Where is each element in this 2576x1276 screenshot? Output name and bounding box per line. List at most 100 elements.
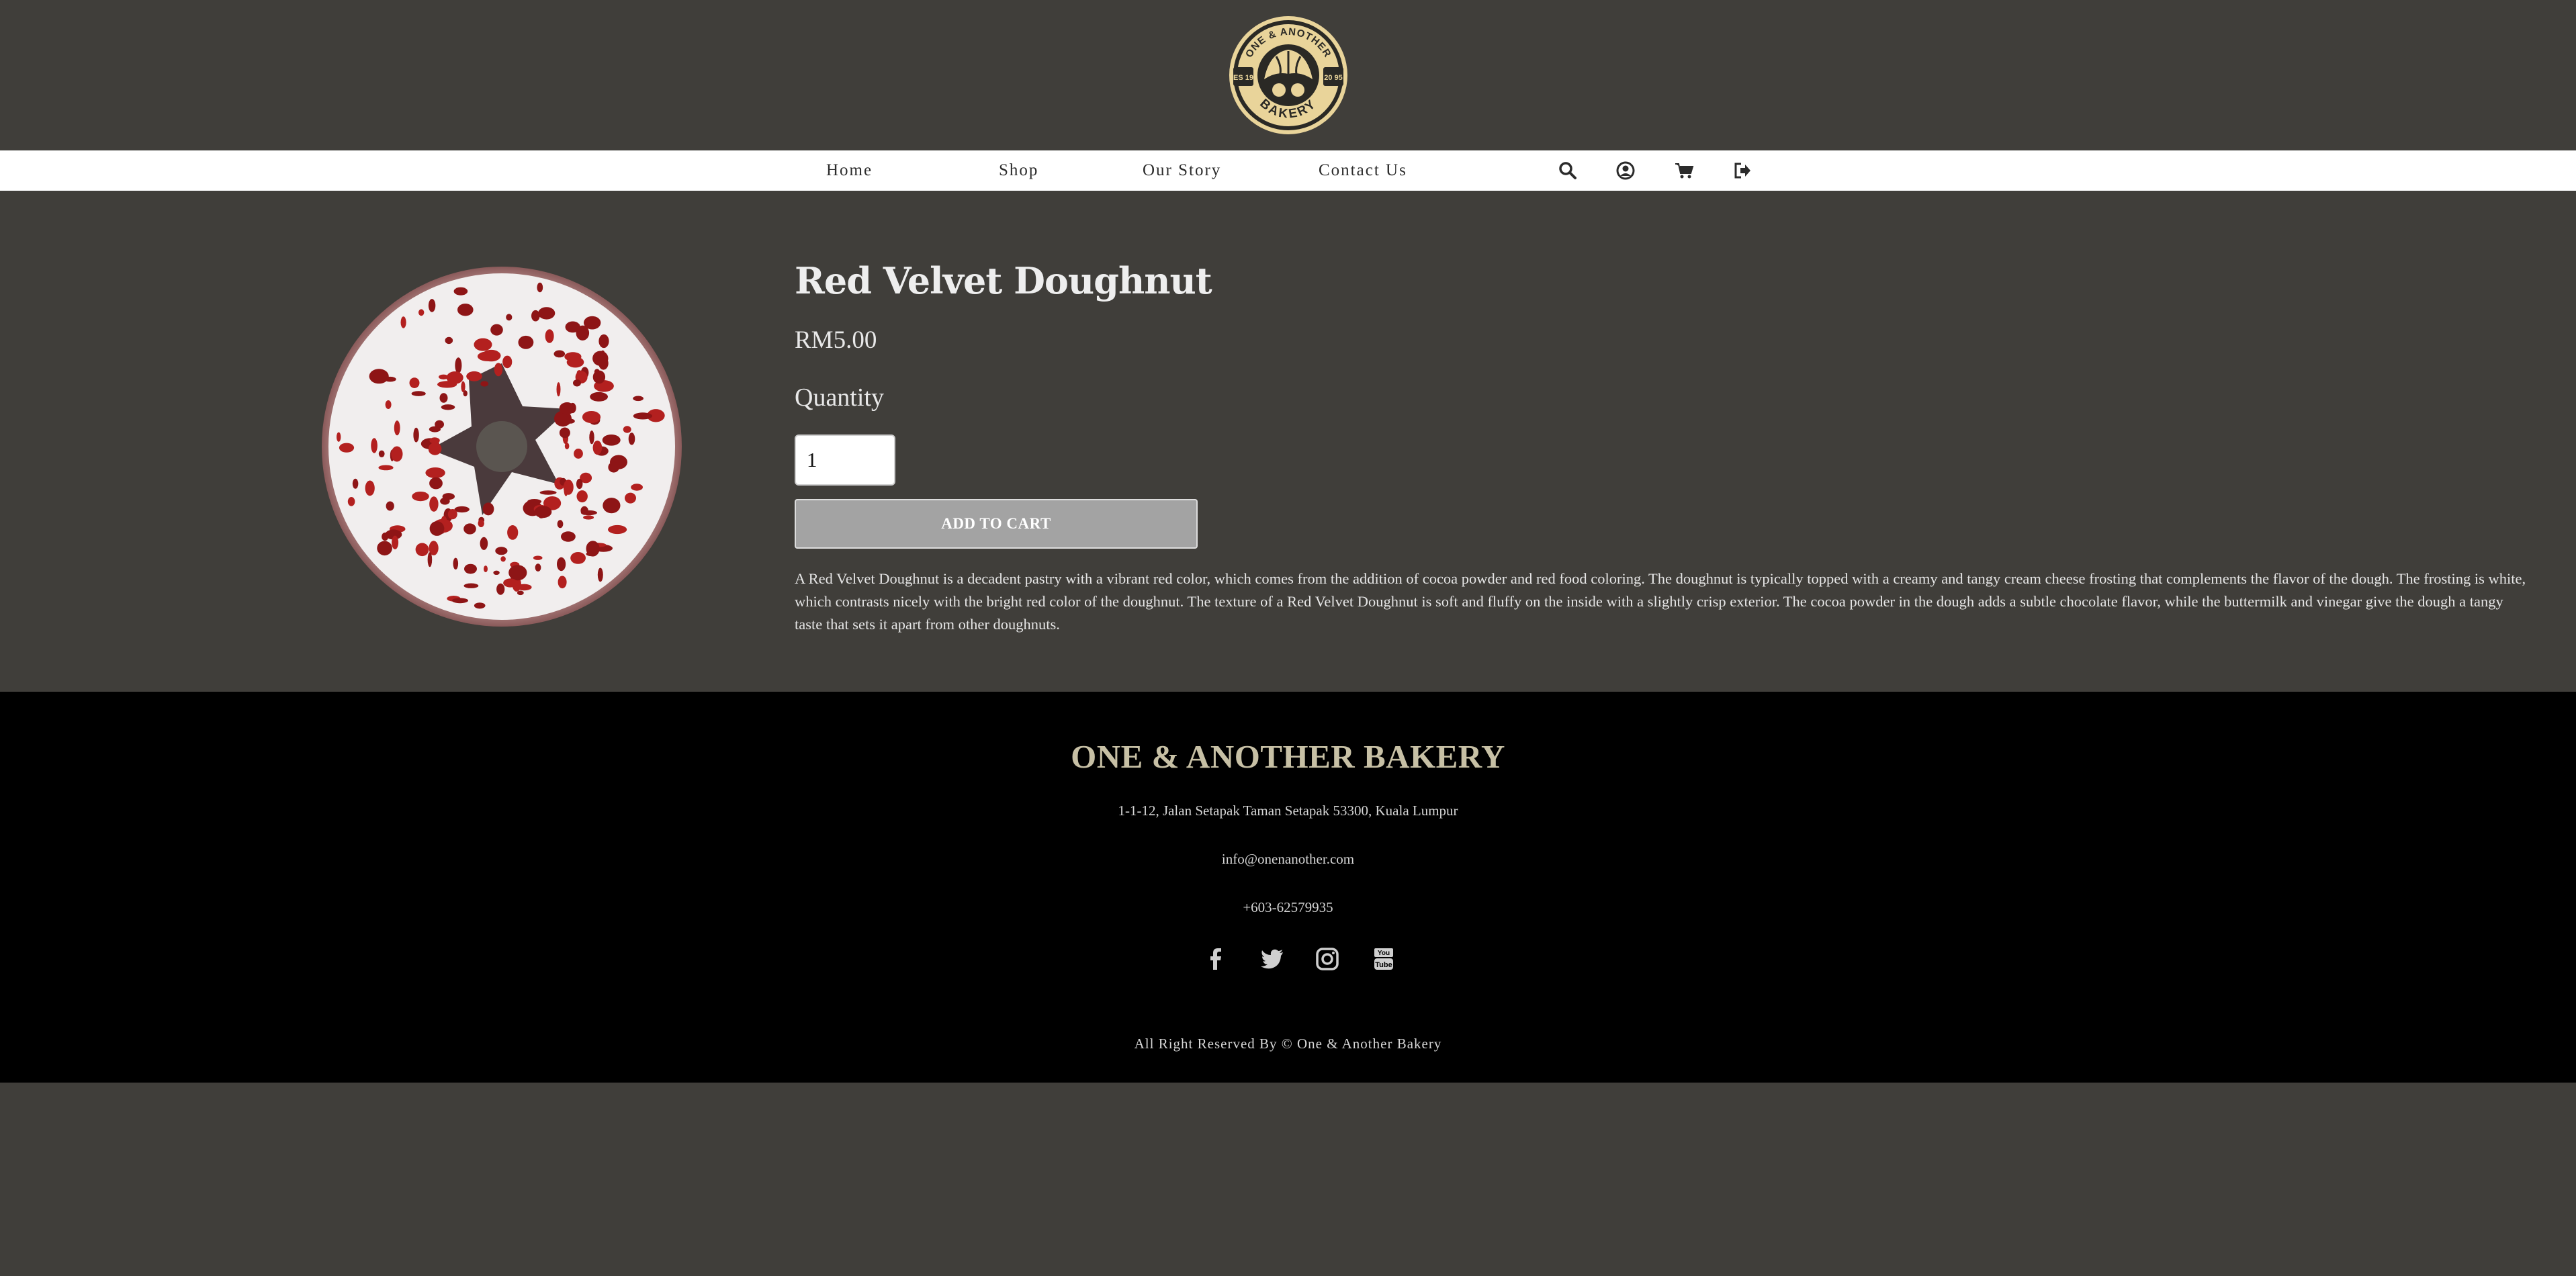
bakery-logo-icon: ONE & ANOTHER BAKERY ES 19 20 95 <box>1229 16 1347 134</box>
red-velvet-crumb <box>576 478 583 490</box>
red-velvet-crumb <box>339 443 355 453</box>
red-velvet-crumb <box>623 426 631 433</box>
red-velvet-crumb <box>453 557 459 569</box>
red-velvet-crumb <box>508 565 527 581</box>
nav-link-our-story[interactable]: Our Story <box>1143 150 1221 191</box>
red-velvet-crumb <box>590 392 608 402</box>
red-velvet-crumb <box>608 525 627 535</box>
red-velvet-crumb <box>580 510 597 516</box>
red-velvet-crumb <box>602 435 621 446</box>
red-velvet-crumb <box>503 578 518 588</box>
red-velvet-crumb <box>566 357 584 368</box>
red-velvet-crumb <box>584 316 601 330</box>
red-velvet-crumb <box>454 506 470 513</box>
product-price: RM5.00 <box>795 326 877 354</box>
red-velvet-crumb <box>477 351 498 361</box>
red-velvet-crumb <box>494 363 503 377</box>
red-velvet-crumb <box>586 551 596 557</box>
red-velvet-crumb <box>583 515 594 520</box>
instagram-icon[interactable] <box>1314 946 1341 972</box>
red-velvet-crumb <box>592 370 606 384</box>
red-velvet-crumb <box>598 334 609 349</box>
red-velvet-doughnut-image <box>296 245 705 655</box>
red-velvet-crumb <box>439 393 448 403</box>
facebook-icon[interactable] <box>1202 946 1229 972</box>
red-velvet-crumb <box>455 357 462 373</box>
red-velvet-crumb <box>429 521 445 536</box>
red-velvet-crumb <box>474 338 492 351</box>
red-velvet-crumb <box>592 441 603 455</box>
red-velvet-crumb <box>392 535 399 549</box>
red-velvet-crumb <box>461 381 465 392</box>
red-velvet-crumb <box>428 442 442 455</box>
red-velvet-crumb <box>565 321 580 333</box>
site-header: ONE & ANOTHER BAKERY ES 19 20 95 <box>0 0 2576 150</box>
red-velvet-crumb <box>371 438 377 453</box>
red-velvet-crumb <box>386 501 394 511</box>
red-velvet-crumb <box>559 402 575 415</box>
red-velvet-crumb <box>557 520 564 529</box>
red-velvet-crumb <box>557 557 566 572</box>
logout-icon[interactable] <box>1732 160 1753 181</box>
product-description: A Red Velvet Doughnut is a decadent past… <box>795 570 2526 633</box>
red-velvet-crumb <box>428 299 436 312</box>
red-velvet-crumb <box>394 420 400 436</box>
footer-email[interactable]: info@onenanother.com <box>0 851 2576 868</box>
red-velvet-crumb <box>561 531 576 542</box>
youtube-icon[interactable]: You Tube <box>1370 946 1397 972</box>
red-velvet-crumb <box>429 477 443 490</box>
red-velvet-crumb <box>453 287 468 295</box>
bakery-logo[interactable]: ONE & ANOTHER BAKERY ES 19 20 95 <box>1221 15 1356 136</box>
quantity-input[interactable] <box>795 435 895 486</box>
red-velvet-crumb <box>537 282 543 293</box>
cart-icon[interactable] <box>1673 160 1695 181</box>
red-velvet-crumb <box>495 547 508 555</box>
red-velvet-crumb <box>482 502 494 516</box>
red-velvet-crumb <box>625 492 636 504</box>
red-velvet-crumb <box>441 404 455 410</box>
red-velvet-crumb <box>445 336 453 345</box>
red-velvet-crumb <box>409 377 420 388</box>
svg-text:20 95: 20 95 <box>1324 74 1343 82</box>
red-velvet-crumb <box>369 369 389 384</box>
social-links: You Tube <box>1202 946 1404 979</box>
red-velvet-crumb <box>558 576 567 589</box>
red-velvet-crumb <box>576 370 582 375</box>
red-velvet-crumb <box>365 480 375 496</box>
site-footer: ONE & ANOTHER BAKERY 1-1-12, Jalan Setap… <box>0 692 2576 1083</box>
red-velvet-crumb <box>464 563 477 574</box>
red-velvet-crumb <box>545 329 554 343</box>
red-velvet-crumb <box>425 467 445 478</box>
red-velvet-crumb <box>539 490 557 495</box>
red-velvet-crumb <box>427 552 433 567</box>
red-velvet-crumb <box>429 496 439 512</box>
nav-link-home[interactable]: Home <box>826 150 873 191</box>
nav-link-shop[interactable]: Shop <box>999 150 1038 191</box>
twitter-icon[interactable] <box>1259 946 1286 972</box>
red-velvet-crumb <box>385 400 392 409</box>
red-velvet-crumb <box>437 381 457 388</box>
red-velvet-crumb <box>533 555 543 560</box>
red-velvet-crumb <box>597 567 603 582</box>
red-velvet-crumb <box>506 314 513 321</box>
footer-phone[interactable]: +603-62579935 <box>0 899 2576 916</box>
footer-title: ONE & ANOTHER BAKERY <box>1071 738 1505 775</box>
svg-text:ES 19: ES 19 <box>1233 74 1253 82</box>
red-velvet-crumb <box>573 379 581 387</box>
red-velvet-crumb <box>535 563 541 572</box>
red-velvet-crumb <box>574 449 583 459</box>
red-velvet-crumb <box>378 450 385 457</box>
red-velvet-crumb <box>463 583 479 588</box>
red-velvet-crumb <box>631 484 643 491</box>
red-velvet-crumb <box>463 523 476 535</box>
red-velvet-crumb <box>478 519 484 527</box>
search-icon[interactable] <box>1557 160 1579 181</box>
red-velvet-crumb <box>412 492 429 502</box>
user-icon[interactable] <box>1615 160 1636 181</box>
red-velvet-crumb <box>429 426 441 432</box>
red-velvet-crumb <box>502 355 513 369</box>
nav-link-contact-us[interactable]: Contact Us <box>1319 150 1407 191</box>
red-velvet-crumb <box>480 537 488 550</box>
red-velvet-crumb <box>500 556 506 562</box>
add-to-cart-button[interactable]: ADD TO CART <box>795 499 1198 549</box>
